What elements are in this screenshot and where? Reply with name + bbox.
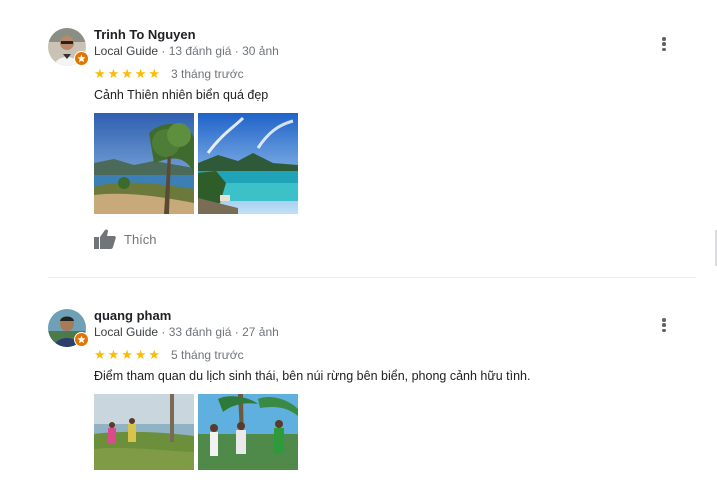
star-icon: ★ bbox=[148, 66, 161, 81]
review-time: 3 tháng trước bbox=[171, 67, 244, 81]
reviewer-meta: Local Guide · 33 đánh giá · 27 ảnh bbox=[94, 325, 279, 339]
review-text: Cảnh Thiên nhiên biển quá đẹp bbox=[94, 88, 269, 102]
more-vert-icon[interactable] bbox=[658, 316, 670, 334]
review-counts: · 13 đánh giá · 30 ảnh bbox=[158, 44, 279, 58]
like-button[interactable]: Thích bbox=[94, 229, 157, 249]
star-icon: ★ bbox=[107, 66, 120, 81]
review-time: 5 tháng trước bbox=[171, 348, 244, 362]
star-icon: ★ bbox=[121, 66, 133, 81]
review-card: Trinh To Nguyen Local Guide · 13 đánh gi… bbox=[0, 0, 717, 278]
more-vert-icon[interactable] bbox=[658, 35, 670, 53]
review-photo[interactable] bbox=[94, 113, 194, 214]
star-rating: ★ ★ ★ ★ ★ bbox=[94, 348, 162, 362]
avatar[interactable] bbox=[48, 309, 89, 347]
star-icon: ★ bbox=[148, 347, 161, 362]
star-icon: ★ bbox=[134, 66, 147, 81]
star-icon: ★ bbox=[134, 347, 147, 362]
review-photo[interactable] bbox=[94, 394, 194, 470]
like-label: Thích bbox=[124, 231, 157, 247]
local-guide-label: Local Guide bbox=[94, 44, 159, 58]
star-icon: ★ bbox=[121, 347, 133, 362]
review-photo[interactable] bbox=[198, 394, 298, 470]
review-text: Điểm tham quan du lịch sinh thái, bên nú… bbox=[94, 369, 531, 383]
thumb-up-icon bbox=[94, 229, 116, 249]
star-icon: ★ bbox=[94, 347, 106, 362]
review-photo[interactable] bbox=[198, 113, 298, 214]
review-divider bbox=[48, 277, 696, 278]
local-guide-badge-icon bbox=[74, 51, 89, 66]
reviewer-name[interactable]: quang pham bbox=[94, 308, 171, 323]
avatar[interactable] bbox=[48, 28, 89, 66]
star-icon: ★ bbox=[94, 66, 106, 81]
reviewer-name[interactable]: Trinh To Nguyen bbox=[94, 27, 196, 42]
review-counts: · 33 đánh giá · 27 ảnh bbox=[158, 325, 279, 339]
reviewer-meta: Local Guide · 13 đánh giá · 30 ảnh bbox=[94, 44, 279, 58]
review-card: quang pham Local Guide · 33 đánh giá · 2… bbox=[0, 281, 717, 500]
star-icon: ★ bbox=[107, 347, 120, 362]
local-guide-label: Local Guide bbox=[94, 325, 159, 339]
star-rating: ★ ★ ★ ★ ★ bbox=[94, 67, 162, 81]
local-guide-badge-icon bbox=[74, 332, 89, 347]
